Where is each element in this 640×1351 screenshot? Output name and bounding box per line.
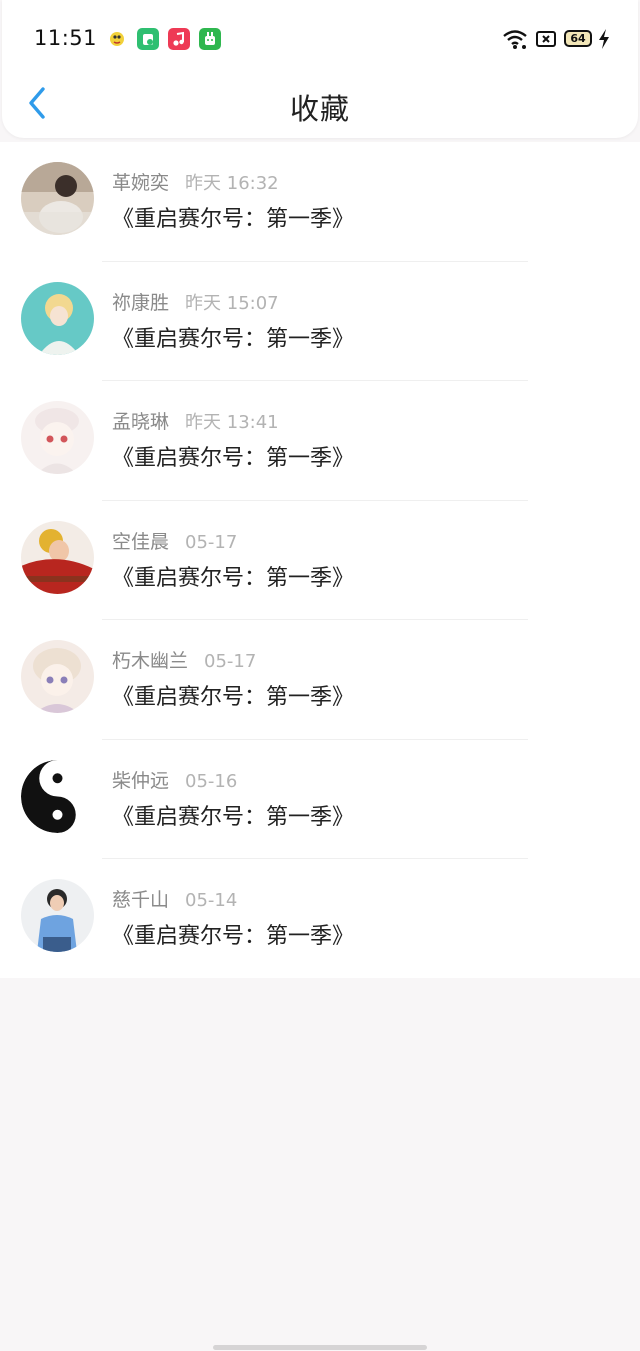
item-title: 《重启赛尔号：第一季》	[112, 685, 355, 710]
item-title: 《重启赛尔号：第一季》	[112, 326, 355, 352]
status-time: 11:51	[34, 26, 98, 50]
avatar[interactable]	[21, 879, 94, 952]
item-title: 《重启赛尔号：第一季》	[112, 446, 355, 471]
timestamp: 05-17	[185, 531, 238, 553]
item-title: 《重启赛尔号：第一季》	[112, 804, 355, 830]
avatar[interactable]	[21, 401, 94, 474]
item-meta: 慈千山 05-14	[112, 885, 237, 911]
list-item[interactable]: 祢康胜 昨天 15:07 《重启赛尔号：第一季》	[0, 262, 640, 381]
user-name: 慈千山	[112, 889, 170, 911]
list-item[interactable]: 空佳晨 05-17 《重启赛尔号：第一季》	[0, 501, 640, 620]
item-meta: 孟晓琳 昨天 13:41	[112, 407, 279, 433]
bird-app-icon	[106, 28, 128, 50]
list-item[interactable]: 革婉奕 昨天 16:32 《重启赛尔号：第一季》	[0, 142, 640, 262]
battery-icon: 64	[564, 27, 594, 51]
avatar[interactable]	[21, 281, 94, 355]
list-item[interactable]: 柴仲远 05-16 《重启赛尔号：第一季》	[0, 740, 640, 859]
music-app-icon	[168, 28, 190, 50]
item-title: 《重启赛尔号：第一季》	[112, 924, 355, 949]
item-meta: 祢康胜 昨天 15:07	[112, 288, 279, 314]
favorites-list: 革婉奕 昨天 16:32 《重启赛尔号：第一季》 祢康胜 昨天 15:07 《重启赛…	[0, 142, 640, 978]
list-item[interactable]: 慈千山 05-14 《重启赛尔号：第一季》	[0, 859, 640, 979]
sim-icon	[535, 27, 557, 51]
green-app-icon	[137, 28, 159, 50]
page-title: 收藏	[289, 92, 350, 126]
user-name: 祢康胜	[112, 291, 170, 314]
timestamp: 昨天 16:32	[185, 173, 279, 194]
timestamp: 05-16	[185, 770, 238, 792]
battery-level: 64	[564, 30, 592, 47]
item-meta: 革婉奕 昨天 16:32	[112, 168, 279, 194]
user-name: 柴仲远	[112, 769, 170, 792]
list-item[interactable]: 朽木幽兰 05-17 《重启赛尔号：第一季》	[0, 620, 640, 740]
user-name: 孟晓琳	[112, 411, 170, 433]
home-indicator[interactable]	[213, 1345, 427, 1350]
timestamp: 05-14	[185, 890, 238, 911]
item-meta: 朽木幽兰 05-17	[112, 646, 256, 672]
timestamp: 昨天 15:07	[185, 292, 279, 314]
avatar[interactable]	[21, 162, 94, 235]
item-meta: 空佳晨 05-17	[112, 527, 237, 553]
avatar[interactable]	[21, 640, 94, 713]
list-item[interactable]: 孟晓琳 昨天 13:41 《重启赛尔号：第一季》	[0, 381, 640, 501]
item-title: 《重启赛尔号：第一季》	[112, 565, 355, 591]
status-bar: 11:51 64	[2, 0, 638, 80]
android-app-icon	[199, 28, 221, 50]
timestamp: 05-17	[204, 651, 257, 672]
header: 11:51 64 收藏	[2, 0, 638, 138]
screen: 11:51 64 收藏 革婉奕 昨天 16:32 《重启赛尔号：第一季》 祢康胜…	[0, 0, 640, 1351]
avatar[interactable]	[21, 520, 94, 594]
user-name: 空佳晨	[112, 530, 170, 553]
timestamp: 昨天 13:41	[185, 412, 279, 433]
nav-bar: 收藏	[2, 80, 638, 138]
user-name: 革婉奕	[112, 172, 170, 194]
item-meta: 柴仲远 05-16	[112, 766, 237, 792]
avatar[interactable]	[21, 759, 94, 833]
user-name: 朽木幽兰	[112, 650, 189, 672]
item-title: 《重启赛尔号：第一季》	[112, 207, 355, 232]
wifi-icon	[502, 27, 528, 51]
charging-bolt-icon	[597, 27, 611, 51]
